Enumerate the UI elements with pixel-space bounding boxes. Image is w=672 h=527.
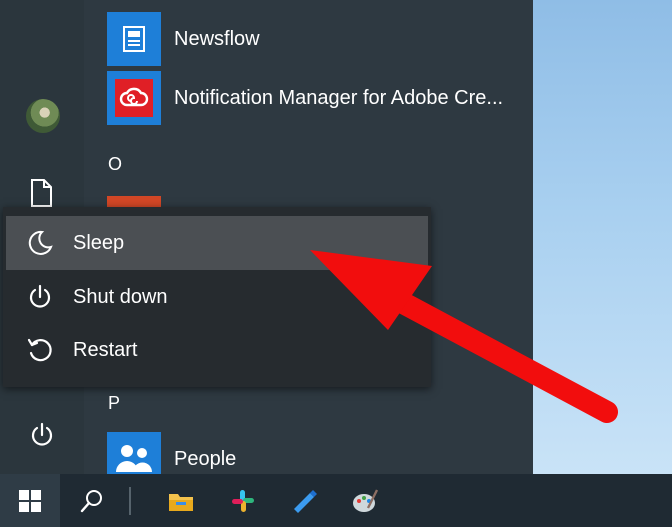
red-arrow-annotation bbox=[310, 250, 618, 423]
windows-start-icon[interactable] bbox=[0, 474, 60, 527]
search-icon[interactable] bbox=[76, 485, 108, 517]
slack-icon[interactable] bbox=[227, 485, 259, 517]
taskbar-separator bbox=[129, 487, 131, 515]
paint-icon[interactable] bbox=[349, 485, 381, 517]
taskbar bbox=[0, 474, 672, 527]
file-explorer-icon[interactable] bbox=[165, 485, 197, 517]
pen-app-icon[interactable] bbox=[288, 485, 320, 517]
